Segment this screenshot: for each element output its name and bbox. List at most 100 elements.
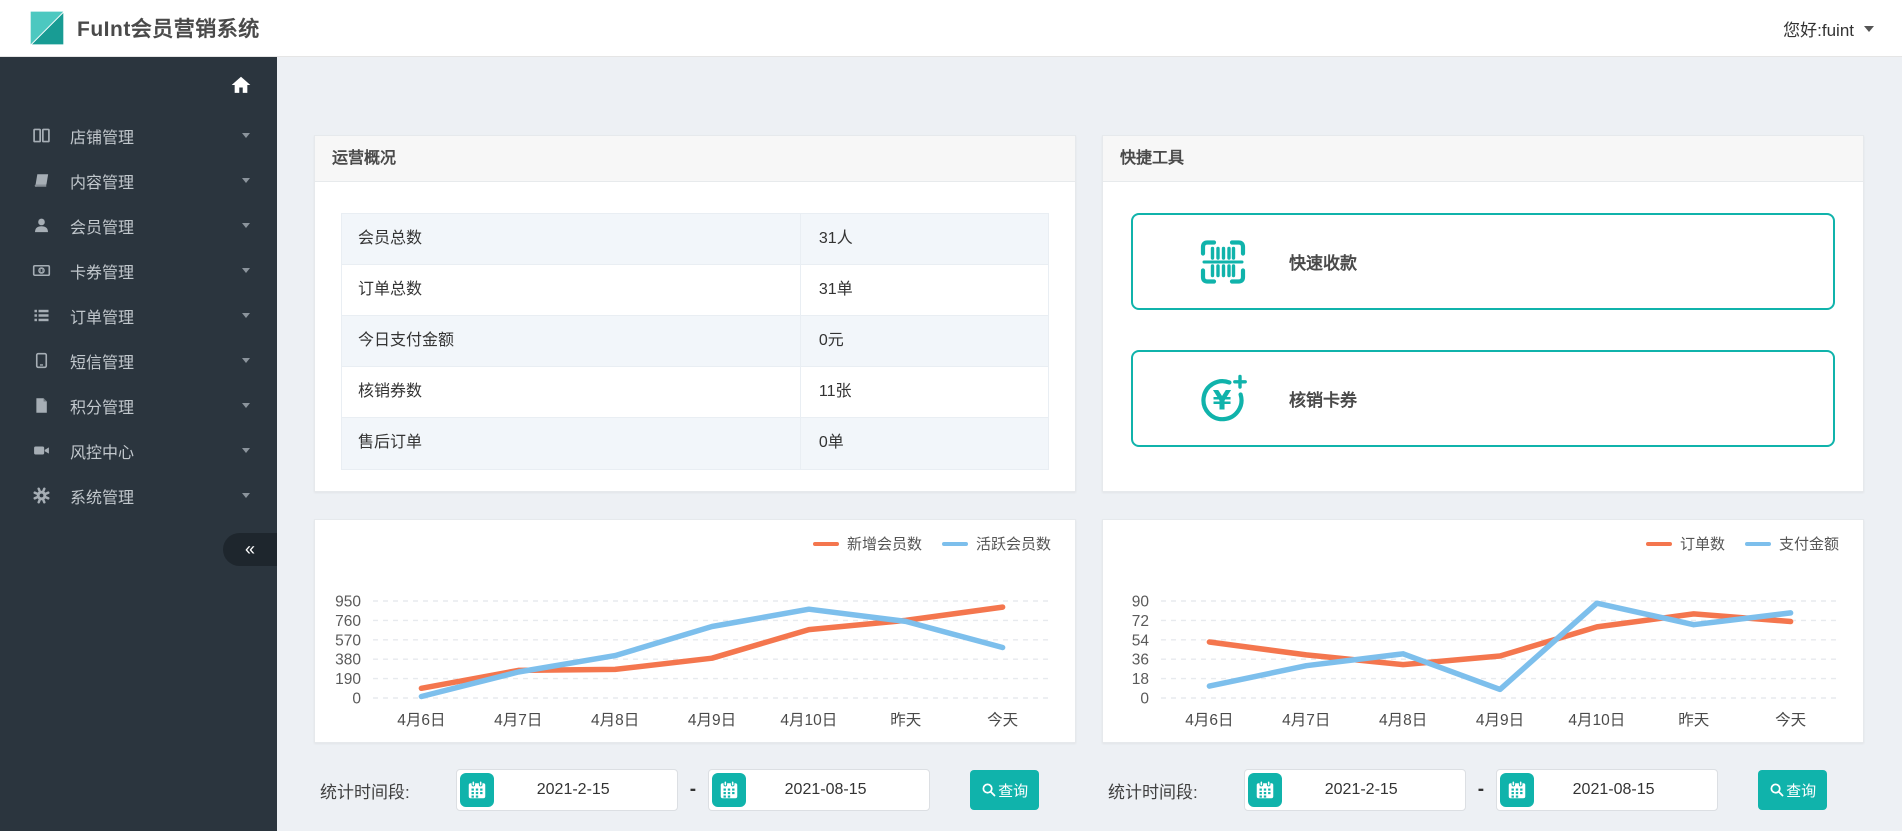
legend-line-swatch [812, 541, 839, 546]
x-axis-tick-label: 昨天 [890, 711, 921, 729]
y-axis-tick-label: 760 [335, 613, 361, 630]
x-axis-tick-label: 4月9日 [1476, 712, 1524, 729]
sidebar-item-list[interactable]: 订单管理 [0, 293, 277, 338]
table-row: 今日支付金额 0元 [342, 316, 1048, 367]
sidebar-item-file[interactable]: 积分管理 [0, 383, 277, 428]
file-icon [31, 396, 51, 416]
metric-value: 11张 [818, 383, 852, 400]
y-axis-tick-label: 18 [1132, 671, 1149, 688]
legend-item[interactable]: 支付金额 [1744, 533, 1839, 554]
metric-label: 核销券数 [342, 367, 801, 417]
sidebar-item-columns[interactable]: 店铺管理 [0, 113, 277, 158]
end-date-value: 2021-08-15 [784, 781, 867, 798]
date-range-separator: - [689, 779, 697, 800]
legend-label: 活跃会员数 [975, 536, 1051, 553]
gear-icon [31, 486, 51, 506]
sidebar-item-video[interactable]: 风控中心 [0, 428, 277, 473]
columns-icon [31, 126, 51, 146]
tool-button-label: 核销卡券 [1289, 391, 1357, 410]
legend-item[interactable]: 活跃会员数 [941, 533, 1051, 554]
y-axis-tick-label: 72 [1132, 613, 1149, 630]
x-axis-tick-label: 4月9日 [688, 712, 736, 729]
metric-value: 0单 [818, 434, 844, 451]
book-icon [31, 171, 51, 191]
sidebar-item-user[interactable]: 会员管理 [0, 203, 277, 248]
overview-panel-title: 运营概况 [315, 136, 1075, 182]
table-row: 订单总数 31单 [342, 265, 1048, 316]
tool-button-label: 快速收款 [1289, 254, 1357, 273]
chevron-down-icon [242, 178, 250, 183]
sidebar-item-label: 风控中心 [70, 444, 135, 462]
x-axis-tick-label: 4月6日 [1185, 712, 1233, 729]
sidebar-item-book[interactable]: 内容管理 [0, 158, 277, 203]
home-icon[interactable] [230, 74, 252, 96]
x-axis-tick-label: 4月10日 [1568, 712, 1625, 729]
calendar-icon[interactable] [1247, 773, 1282, 807]
verify-coupon-button[interactable]: ¥ 核销卡券 [1131, 350, 1835, 447]
chevron-down-icon [242, 403, 250, 408]
legend-label: 订单数 [1679, 536, 1725, 553]
end-date-value: 2021-08-15 [1572, 781, 1655, 798]
sidebar-item-label: 会员管理 [70, 219, 135, 237]
series-line [418, 606, 1006, 700]
metric-value: 31人 [818, 230, 853, 247]
start-date-value: 2021-2-15 [1324, 781, 1398, 798]
chevron-down-icon [242, 493, 250, 498]
date-range-label: 统计时间段: [1108, 782, 1198, 802]
search-icon [981, 782, 997, 798]
user-menu[interactable]: 您好:fuint [1783, 0, 1874, 57]
quick-tools-panel-title: 快捷工具 [1103, 136, 1863, 182]
sidebar-collapse-button[interactable]: « [223, 533, 277, 566]
legend-label: 支付金额 [1778, 536, 1839, 553]
sidebar-item-gear[interactable]: 系统管理 [0, 473, 277, 518]
y-axis-tick-label: 190 [335, 671, 361, 688]
start-date-input[interactable]: 2021-2-15 [455, 769, 678, 811]
x-axis-tick-label: 4月6日 [397, 712, 445, 729]
sidebar-item-label: 店铺管理 [70, 129, 135, 147]
sidebar-item-money[interactable]: 0 卡券管理 [0, 248, 277, 293]
chevron-down-icon [242, 358, 250, 363]
sidebar-item-label: 短信管理 [70, 354, 135, 372]
overview-panel: 运营概况 会员总数 31人 订单总数 31单 今日支付金额 0元 核销券数 11张售后订单 0单 [314, 135, 1076, 492]
calendar-icon[interactable] [459, 773, 494, 807]
x-axis-tick-label: 4月8日 [1379, 712, 1427, 729]
money-icon: 0 [31, 261, 51, 281]
app-title: FuInt会员营销系统 [77, 18, 260, 41]
orders-chart-panel: 订单数 支付金额 0 18 36 54 72 90 4月6日 4月7日 4月8日 4月9日 4月10日 昨… [1102, 519, 1864, 743]
query-button[interactable]: 查询 [970, 770, 1040, 810]
sidebar: 店铺管理内容管理会员管理 0 卡券管理订单管理短信管理积分管理风控中心系统管理 « [0, 57, 277, 831]
calendar-icon[interactable] [1500, 773, 1535, 807]
sidebar-item-label: 卡券管理 [70, 264, 135, 282]
table-row: 售后订单 0单 [342, 418, 1048, 469]
quick-collect-button[interactable]: 快速收款 [1131, 213, 1835, 310]
query-button[interactable]: 查询 [1758, 770, 1828, 810]
search-icon [1769, 782, 1785, 798]
chevron-down-icon [1864, 25, 1874, 32]
chevron-down-icon [242, 223, 250, 228]
quick-tools-panel: 快捷工具 快速收款 ¥ 核销卡券 [1102, 135, 1864, 492]
y-axis-tick-label: 36 [1132, 652, 1149, 669]
query-button-label: 查询 [1786, 782, 1817, 800]
query-button-label: 查询 [998, 782, 1029, 800]
y-axis-tick-label: 950 [335, 594, 361, 611]
table-row: 会员总数 31人 [342, 214, 1048, 265]
calendar-icon[interactable] [712, 773, 747, 807]
x-axis-tick-label: 4月8日 [591, 712, 639, 729]
chevron-down-icon [242, 448, 250, 453]
chevron-down-icon [242, 133, 250, 138]
end-date-input[interactable]: 2021-08-15 [1496, 769, 1719, 811]
legend-item[interactable]: 新增会员数 [812, 533, 922, 554]
metric-label: 今日支付金额 [342, 316, 801, 366]
legend-line-swatch [1744, 541, 1771, 546]
user-icon [31, 216, 51, 236]
legend-item[interactable]: 订单数 [1645, 533, 1725, 554]
end-date-input[interactable]: 2021-08-15 [708, 769, 931, 811]
app-logo-icon [30, 11, 64, 45]
x-axis-tick-label: 昨天 [1678, 711, 1709, 729]
sidebar-item-tablet[interactable]: 短信管理 [0, 338, 277, 383]
metric-value: 31单 [818, 281, 853, 298]
start-date-input[interactable]: 2021-2-15 [1243, 769, 1466, 811]
members-chart-panel: 新增会员数 活跃会员数 0 190 380 570 760 950 4月6日 4月7日 4月8日 4月… [314, 519, 1076, 743]
date-range-label: 统计时间段: [320, 782, 410, 802]
sidebar-item-label: 系统管理 [70, 489, 135, 507]
